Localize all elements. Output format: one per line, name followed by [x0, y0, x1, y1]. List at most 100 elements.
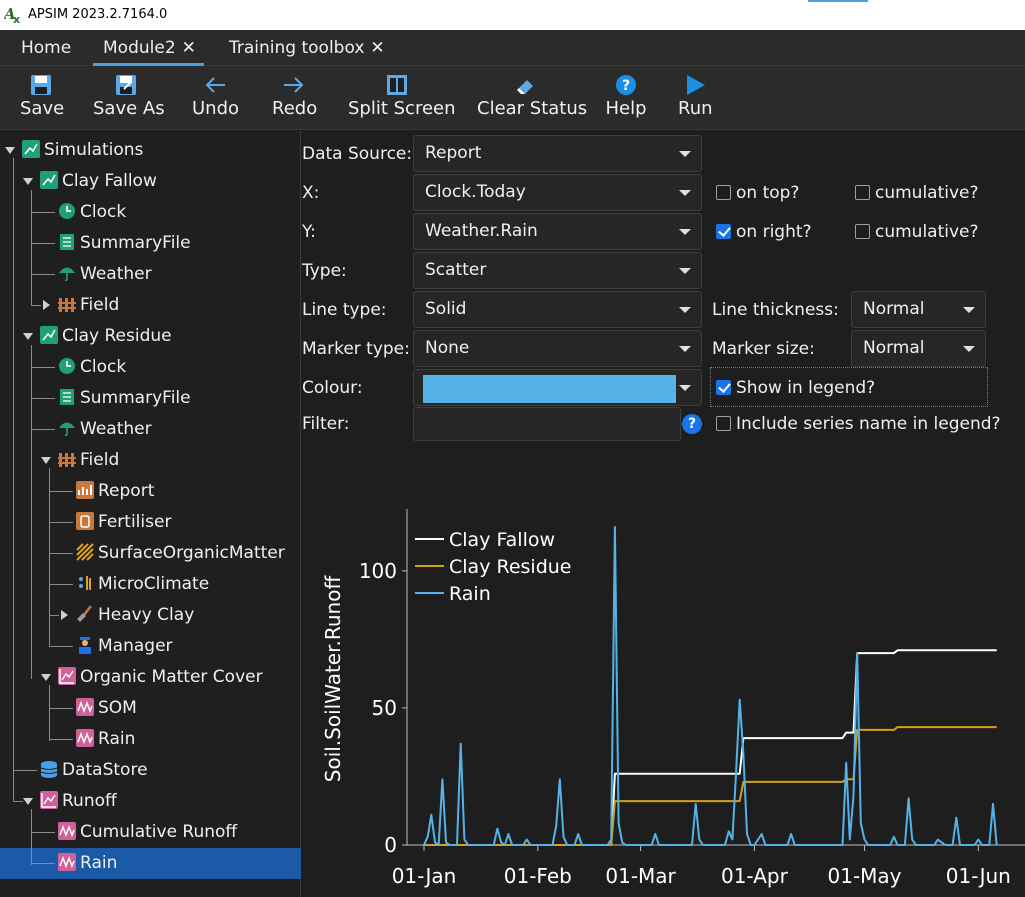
x-cumulative-checkbox[interactable]: cumulative? [855, 183, 979, 203]
y-tick-label: 100 [359, 559, 397, 583]
y-cumulative-checkbox[interactable]: cumulative? [855, 222, 979, 242]
tree-node-surface-organic-matter[interactable]: SurfaceOrganicMatter [76, 538, 285, 569]
shovel-icon [77, 605, 92, 622]
tree-node-summaryfile[interactable]: SummaryFile [58, 383, 191, 414]
tree-node-weather[interactable]: Weather [58, 259, 152, 290]
tree-node-clock[interactable]: Clock [58, 197, 126, 228]
y-axis-label: Soil.SoilWater.Runoff [321, 575, 345, 783]
x-dropdown[interactable]: Clock.Today [413, 174, 702, 211]
tree-node-runoff[interactable]: Runoff [40, 786, 117, 817]
split-screen-button[interactable]: Split Screen [348, 66, 456, 130]
node-label: SurfaceOrganicMatter [98, 543, 285, 563]
data-source-label: Data Source: [302, 144, 413, 164]
tree-node-heavy-clay[interactable]: Heavy Clay [76, 600, 194, 631]
colour-dropdown[interactable] [413, 369, 702, 406]
y-dropdown[interactable]: Weather.Rain [413, 213, 702, 250]
line-thickness-dropdown[interactable]: Normal [851, 291, 986, 328]
node-label: Clay Residue [62, 326, 172, 346]
split-screen-icon [387, 75, 407, 95]
tree-node-field[interactable]: Field [58, 290, 119, 321]
tree-node-simulations[interactable]: Simulations [22, 135, 143, 166]
help-button[interactable]: ? Help [605, 66, 647, 130]
expand-arrow-icon[interactable] [5, 147, 15, 154]
tree-guide [49, 685, 50, 741]
dropdown-caret-icon [679, 385, 691, 391]
x-on-top-checkbox[interactable]: on top? [716, 183, 799, 203]
tree-node-summaryfile[interactable]: SummaryFile [58, 228, 191, 259]
tree-guide [49, 708, 73, 709]
run-label: Run [678, 98, 713, 119]
undo-arrow-icon [205, 77, 225, 93]
simulations-icon [22, 140, 40, 158]
fertiliser-bag-icon [76, 512, 94, 530]
y-on-right-checkbox[interactable]: on right? [716, 222, 812, 242]
tree-guide [49, 584, 73, 585]
line-type-dropdown[interactable]: Solid [413, 291, 702, 328]
redo-label: Redo [272, 98, 318, 119]
close-icon[interactable]: ✕ [370, 38, 384, 58]
redo-button[interactable]: Redo [272, 66, 318, 130]
dropdown-caret-icon [679, 307, 691, 313]
tree-node-weather[interactable]: Weather [58, 414, 152, 445]
expand-arrow-icon[interactable] [41, 674, 51, 681]
tree-node-cumulative-runoff[interactable]: Cumulative Runoff [58, 817, 237, 848]
expand-arrow-icon[interactable] [41, 457, 51, 464]
tab-module2[interactable]: Module2 ✕ [93, 30, 204, 66]
tree-node-clock[interactable]: Clock [58, 352, 126, 383]
collapsed-arrow-icon[interactable] [61, 610, 68, 620]
marker-size-dropdown[interactable]: Normal [851, 330, 986, 367]
colour-swatch [423, 375, 676, 403]
clear-status-label: Clear Status [477, 98, 588, 119]
microclimate-icon [79, 576, 91, 590]
show-in-legend-checkbox[interactable]: Show in legend? [716, 378, 875, 398]
summary-file-icon [60, 234, 74, 250]
tree-node-report[interactable]: Report [76, 476, 154, 507]
tree-node-som-series[interactable]: SOM [76, 693, 137, 724]
tree-node-organic-matter-cover[interactable]: Organic Matter Cover [58, 662, 263, 693]
data-source-dropdown[interactable]: Report [413, 135, 702, 172]
tree-node-manager[interactable]: Manager [76, 631, 173, 662]
save-as-icon [116, 75, 136, 95]
redo-arrow-icon [284, 77, 304, 93]
expand-arrow-icon[interactable] [23, 333, 33, 340]
node-label: Field [80, 295, 120, 315]
tree-node-rain-selected[interactable]: Rain [58, 848, 117, 879]
tab-home[interactable]: Home [21, 30, 71, 66]
tree-node-microclimate[interactable]: MicroClimate [76, 569, 209, 600]
node-label: Weather [80, 264, 152, 284]
collapsed-arrow-icon[interactable] [43, 300, 50, 310]
node-label: Rain [98, 729, 136, 749]
clear-status-button[interactable]: Clear Status [477, 66, 588, 130]
help-label: Help [605, 98, 647, 119]
tree-guide [49, 615, 59, 616]
dropdown-caret-icon [679, 346, 691, 352]
run-button[interactable]: Run [678, 66, 713, 130]
node-label: SummaryFile [80, 233, 191, 253]
close-icon[interactable]: ✕ [182, 38, 196, 58]
filter-label: Filter: [302, 414, 350, 434]
tree-node-clay-residue[interactable]: Clay Residue [40, 321, 172, 352]
tree-node-fertiliser[interactable]: Fertiliser [76, 507, 171, 538]
save-as-label: Save As [93, 98, 165, 119]
marker-size-label: Marker size: [712, 339, 815, 359]
marker-type-dropdown[interactable]: None [413, 330, 702, 367]
marker-type-label: Marker type: [302, 339, 410, 359]
apsim-logo-icon: A x [4, 5, 20, 24]
undo-button[interactable]: Undo [192, 66, 239, 130]
save-button[interactable]: Save [20, 66, 64, 130]
expand-arrow-icon[interactable] [23, 798, 33, 805]
filter-help-icon[interactable]: ? [682, 414, 702, 434]
eraser-icon [517, 80, 533, 94]
type-dropdown[interactable]: Scatter [413, 252, 702, 289]
tree-node-field[interactable]: Field [58, 445, 119, 476]
tab-bar: Home Module2 ✕ Training toolbox ✕ [0, 30, 1025, 66]
tree-node-datastore[interactable]: DataStore [40, 755, 148, 786]
save-as-button[interactable]: Save As [93, 66, 165, 130]
tree-node-rain-series[interactable]: Rain [76, 724, 135, 755]
toolbar: Save Save As Undo Redo Split Screen Clea… [0, 66, 1025, 130]
tree-node-clay-fallow[interactable]: Clay Fallow [40, 166, 157, 197]
tab-training-toolbox[interactable]: Training toolbox ✕ [229, 30, 385, 66]
expand-arrow-icon[interactable] [23, 178, 33, 185]
filter-input[interactable] [413, 407, 681, 441]
include-series-name-checkbox[interactable]: Include series name in legend? [716, 414, 1001, 434]
